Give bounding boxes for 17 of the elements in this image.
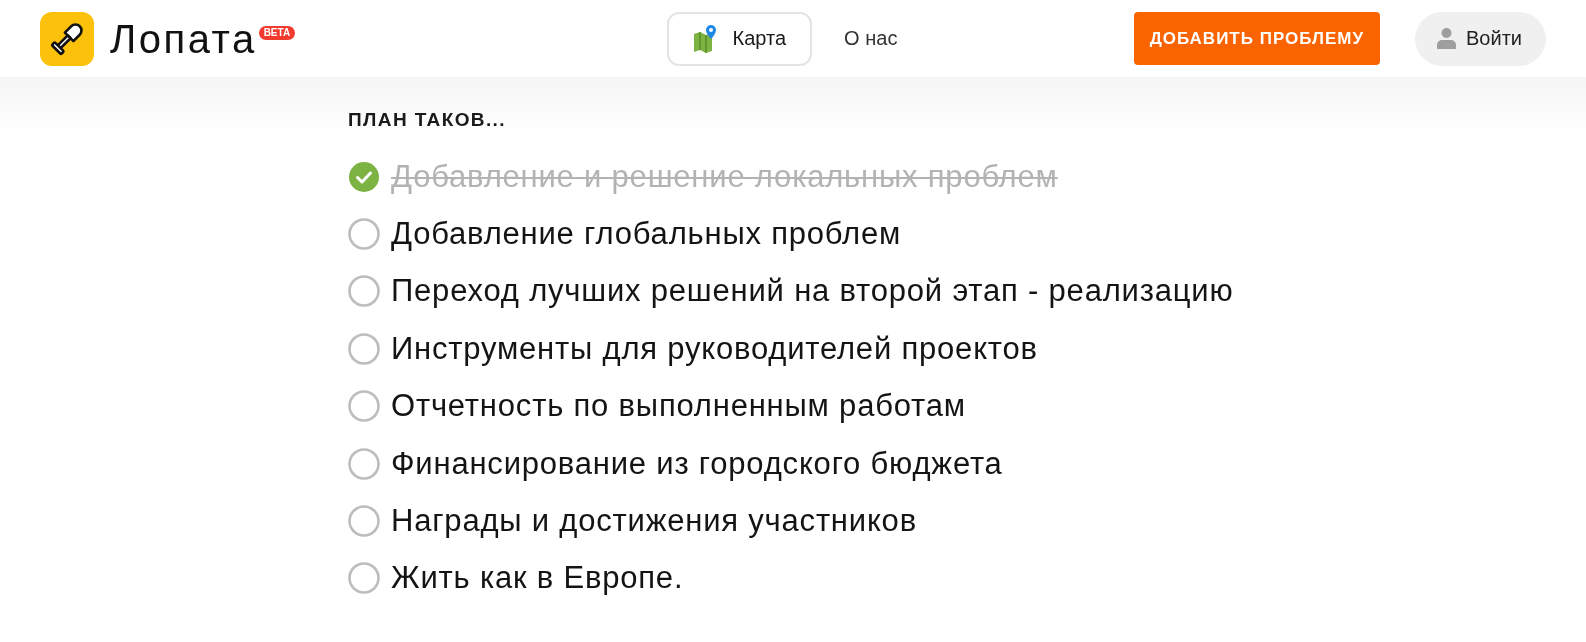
plan-item-text: Жить как в Европе. bbox=[391, 560, 684, 597]
section-title: ПЛАН ТАКОВ... bbox=[348, 110, 507, 130]
login-button[interactable]: Войти bbox=[1415, 11, 1546, 66]
map-icon bbox=[692, 24, 717, 53]
brand-name: Лопата bbox=[110, 18, 257, 59]
nav-link[interactable]: Карта bbox=[666, 11, 813, 66]
user-icon bbox=[1437, 28, 1457, 49]
plan-item-text: Добавление и решение локальных проблем bbox=[391, 158, 1058, 195]
plan-item-text: Инструменты для руководителей проектов bbox=[391, 330, 1038, 367]
plan-item-text: Добавление глобальных проблем bbox=[391, 216, 902, 253]
plan-item-text: Финансирование из городского бюджета bbox=[391, 445, 1003, 482]
shovel-logo-icon[interactable] bbox=[40, 11, 94, 66]
plan-item-text: Переход лучших решений на второй этап - реализацию bbox=[391, 273, 1234, 310]
plan-item-text: Отчетность по выполненным работам bbox=[391, 388, 966, 425]
nav-link[interactable]: О нас bbox=[842, 11, 900, 66]
plan-item-text: Награды и достижения участников bbox=[391, 503, 917, 540]
beta-badge: BETA bbox=[258, 25, 296, 40]
